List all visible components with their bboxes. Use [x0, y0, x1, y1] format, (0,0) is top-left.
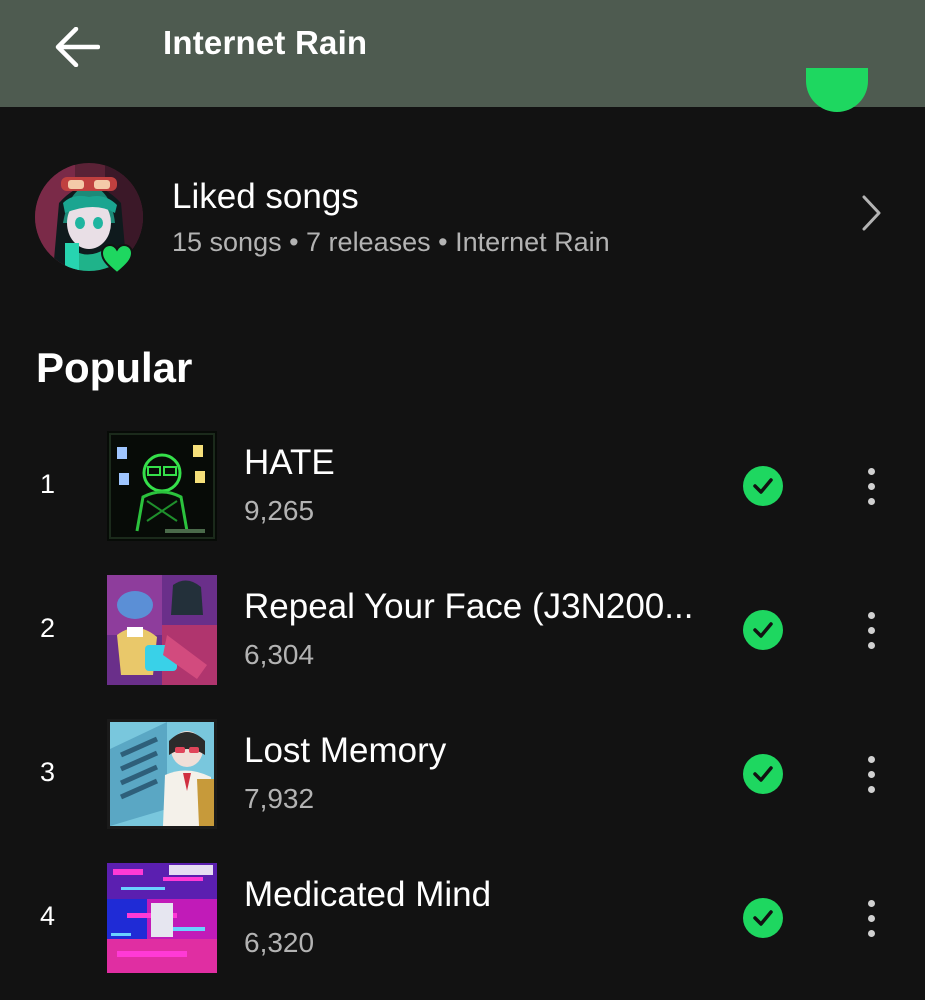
- more-options-button[interactable]: [852, 749, 890, 799]
- album-art: [107, 575, 217, 685]
- track-row[interactable]: 2 Repeal Your Face (J3N200... 6,304: [0, 575, 925, 687]
- liked-songs-title: Liked songs: [172, 177, 359, 216]
- track-rank: 3: [40, 757, 56, 787]
- back-button[interactable]: [48, 18, 106, 76]
- track-rank: 1: [40, 469, 56, 499]
- downloaded-check-icon: [743, 610, 783, 650]
- track-plays: 9,265: [244, 495, 315, 526]
- more-options-button[interactable]: [852, 461, 890, 511]
- album-art: [107, 863, 217, 973]
- downloaded-check-icon: [743, 898, 783, 938]
- popular-heading: Popular: [36, 344, 193, 391]
- downloaded-check-icon: [743, 754, 783, 794]
- album-art: [107, 719, 217, 829]
- track-row[interactable]: 3 Lost Memory 7,932: [0, 719, 925, 831]
- track-rank: 4: [40, 901, 56, 931]
- track-plays: 6,320: [244, 927, 315, 958]
- track-plays: 6,304: [244, 639, 315, 670]
- liked-songs-subtitle: 15 songs • 7 releases • Internet Rain: [172, 227, 610, 257]
- downloaded-check-icon: [743, 466, 783, 506]
- track-title: HATE: [244, 443, 335, 482]
- album-art: [107, 431, 217, 541]
- track-row[interactable]: 1 HATE 9,265: [0, 431, 925, 543]
- more-options-button[interactable]: [852, 893, 890, 943]
- arrow-left-icon: [55, 27, 100, 67]
- more-options-button[interactable]: [852, 605, 890, 655]
- heart-icon: [99, 241, 135, 277]
- track-title: Medicated Mind: [244, 875, 492, 914]
- top-bar: Internet Rain: [0, 0, 925, 107]
- page-title: Internet Rain: [163, 24, 368, 61]
- track-plays: 7,932: [244, 783, 315, 814]
- track-rank: 2: [40, 613, 56, 643]
- track-title: Lost Memory: [244, 731, 447, 770]
- track-title: Repeal Your Face (J3N200...: [244, 587, 694, 626]
- liked-songs-row[interactable]: Liked songs 15 songs • 7 releases • Inte…: [0, 155, 925, 275]
- track-row[interactable]: 4 Medicated Mind 6,320: [0, 863, 925, 975]
- chevron-right-icon: [858, 193, 884, 238]
